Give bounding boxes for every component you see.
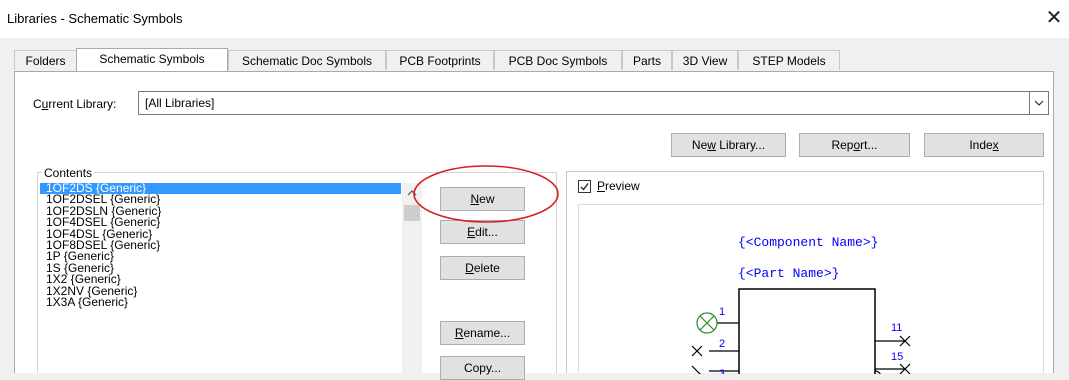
tab-schematic-doc-symbols[interactable]: Schematic Doc Symbols	[228, 50, 386, 70]
component-name-text: {<Component Name>}	[738, 235, 878, 250]
part-name-text: {<Part Name>}	[738, 266, 839, 281]
copy-button[interactable]: Copy...	[440, 356, 525, 380]
title-bar: Libraries - Schematic Symbols ✕	[0, 0, 1069, 38]
tab-parts[interactable]: Parts	[622, 50, 672, 70]
pin-number: 2	[719, 338, 725, 350]
current-library-label: Current Library:	[33, 97, 117, 111]
rename-button[interactable]: Rename...	[440, 321, 525, 345]
preview-canvas: {<Component Name>} {<Part Name>} 1 2 3 1…	[578, 204, 1044, 374]
symbol-body	[738, 288, 876, 374]
tab-pcb-footprints[interactable]: PCB Footprints	[386, 50, 494, 70]
tab-3d-view[interactable]: 3D View	[672, 50, 738, 70]
symbol-preview: {<Component Name>} {<Part Name>} 1 2 3 1…	[691, 235, 911, 374]
index-button[interactable]: Index	[924, 133, 1044, 157]
new-library-button[interactable]: New Library...	[671, 133, 786, 157]
current-library-combo[interactable]: [All Libraries]	[138, 91, 1049, 115]
symbol-list[interactable]: 1OF2DS {Generic} 1OF2DSEL {Generic} 1OF2…	[40, 183, 422, 373]
contents-legend: Contents	[42, 166, 95, 180]
report-button[interactable]: Report...	[799, 133, 910, 157]
close-icon[interactable]: ✕	[1042, 7, 1066, 31]
chevron-down-icon[interactable]	[1029, 92, 1048, 114]
pin-number: 15	[891, 351, 903, 363]
highlight-ellipse	[413, 165, 559, 223]
tab-pcb-doc-symbols[interactable]: PCB Doc Symbols	[494, 50, 622, 70]
window-title: Libraries - Schematic Symbols	[7, 11, 183, 26]
pin-number: 1	[719, 306, 725, 318]
preview-label[interactable]: Preview	[597, 179, 640, 193]
list-item[interactable]: 1X3A {Generic}	[40, 296, 422, 308]
tab-folders[interactable]: Folders	[14, 50, 77, 70]
tab-schematic-symbols[interactable]: Schematic Symbols	[76, 48, 228, 71]
pin-number: 3	[719, 368, 725, 374]
delete-button[interactable]: Delete	[440, 256, 525, 280]
pin-number: 11	[891, 322, 902, 334]
preview-checkbox[interactable]	[578, 180, 591, 193]
current-library-value: [All Libraries]	[145, 96, 215, 110]
tab-step-models[interactable]: STEP Models	[738, 50, 840, 70]
checkmark-icon	[580, 183, 589, 191]
